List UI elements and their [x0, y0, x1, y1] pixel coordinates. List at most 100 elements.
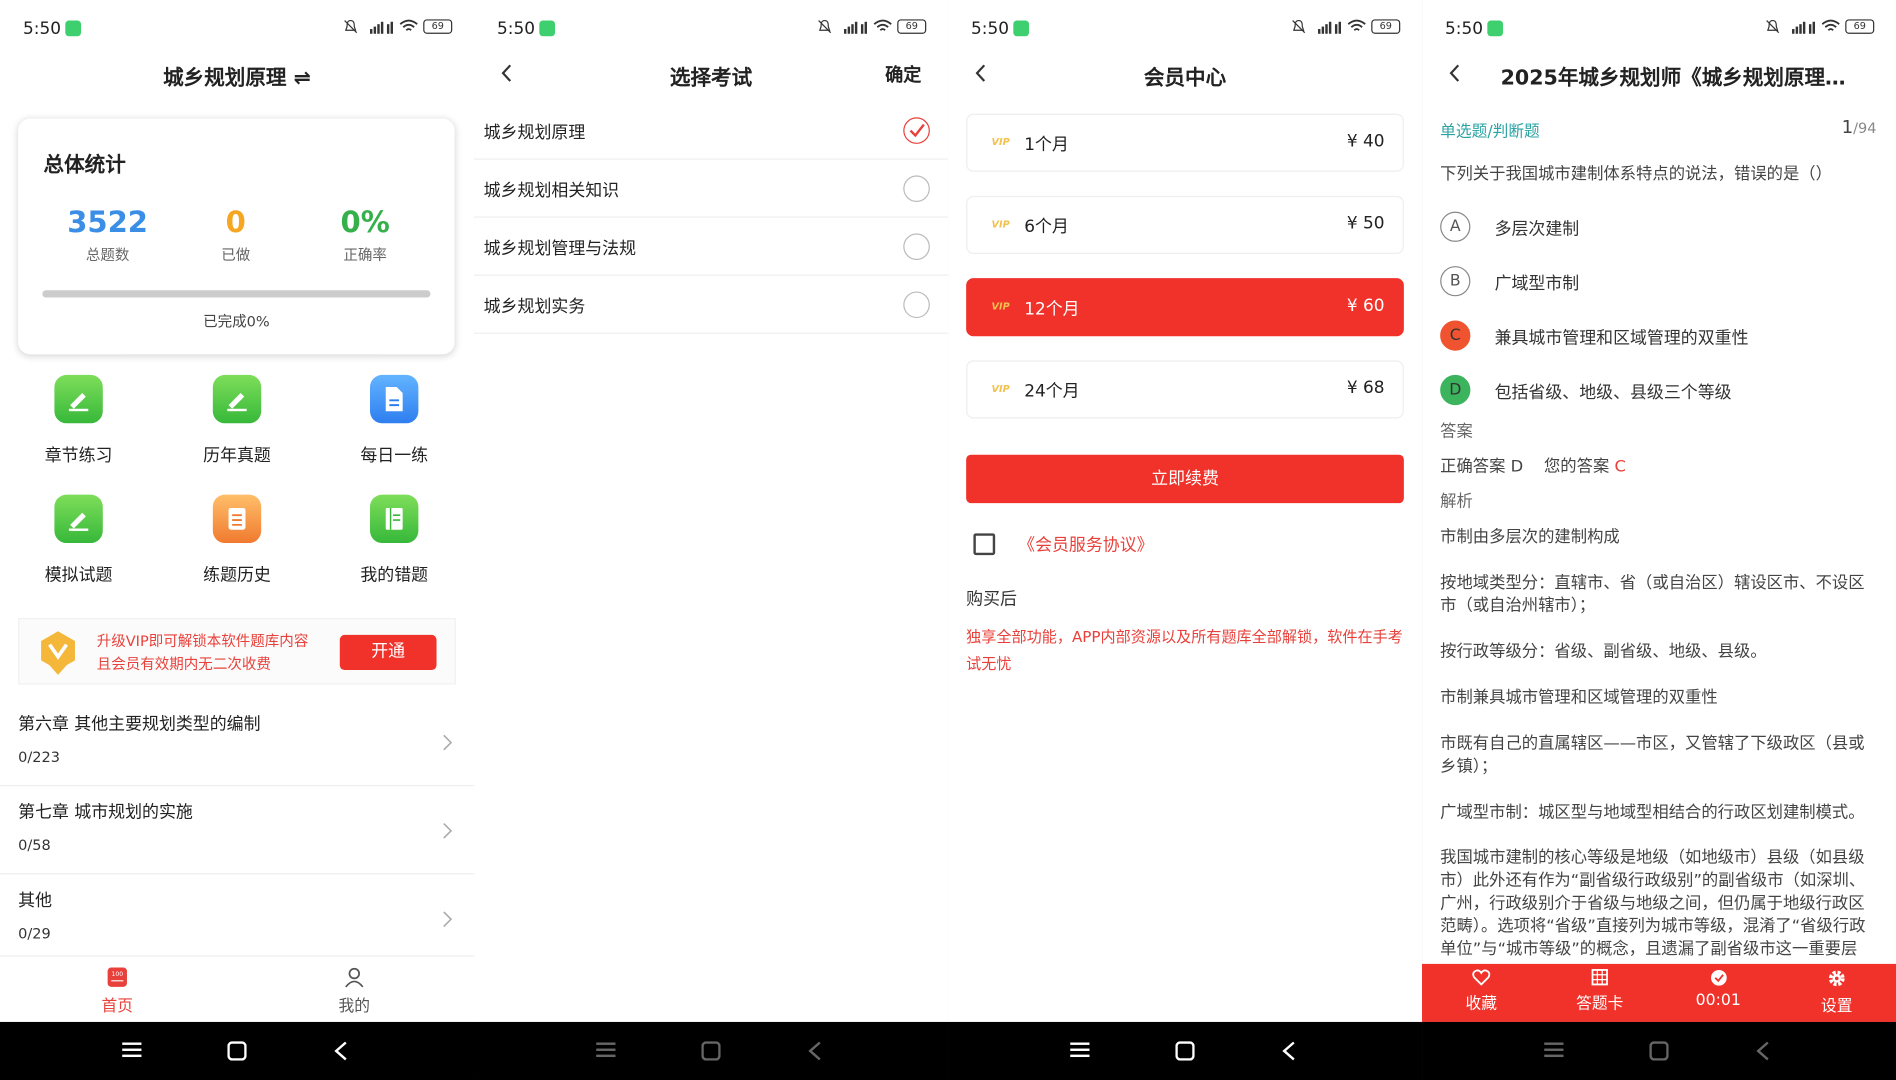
choice-c-circle-wrong[interactable]: C — [1440, 320, 1471, 351]
after-purchase-label: 购买后 — [966, 590, 1017, 610]
favorite-button[interactable]: 收藏 — [1439, 969, 1524, 1013]
app-notification-icon — [539, 20, 556, 37]
timer[interactable]: 00:01 — [1676, 969, 1761, 1010]
stat-accuracy: 0% 正确率 — [340, 205, 390, 264]
member-center-screen: 5:50 69 会员中心 VIP 1个月 ¥ 40 VIP 6个月 ¥ 50 VIP 12… — [948, 0, 1423, 1080]
confirm-button[interactable]: 确定 — [885, 62, 921, 87]
radio-icon — [903, 291, 930, 319]
analysis-line: 范畴）。选项将“省级”直接列为城市等级，混淆了“省级行政 — [1440, 916, 1866, 937]
choice-a-text[interactable]: 多层次建制 — [1495, 216, 1580, 240]
analysis-line: 广域型市制：城区型与地域型相结合的行政区划建制模式。 — [1440, 803, 1865, 823]
plan-option[interactable]: VIP 1个月 ¥ 40 — [966, 113, 1404, 172]
status-icons: 69 — [343, 19, 453, 34]
choice-d-text[interactable]: 包括省级、地级、县级三个等级 — [1495, 380, 1732, 404]
exam-option[interactable]: 城乡规划实务 — [474, 276, 949, 334]
pencil-icon — [212, 374, 262, 424]
choice-b-text[interactable]: 广域型市制 — [1495, 271, 1580, 295]
back-nav-icon[interactable] — [1282, 1041, 1297, 1061]
select-exam-screen: 5:50 69 选择考试 确定 城乡规划原理 城乡规划相关知识 城乡规划管理与法规… — [474, 0, 949, 1080]
answer-card-button[interactable]: 答题卡 — [1557, 969, 1642, 1013]
progress-text: 已完成0% — [203, 313, 270, 331]
stat-total: 3522 总题数 — [67, 205, 148, 264]
page-title: 选择考试 — [669, 66, 753, 91]
plans-layer: VIP 1个月 ¥ 40 VIP 6个月 ¥ 50 VIP 12个月 ¥ 60 VIP 24个… — [948, 0, 1422, 1080]
exam-option[interactable]: 城乡规划相关知识 — [474, 160, 949, 218]
home-icon: 100 — [107, 967, 127, 987]
signal-icon — [370, 21, 393, 34]
pencil-icon — [54, 374, 103, 424]
document-icon — [370, 374, 419, 424]
exam-switcher[interactable]: 城乡规划原理 ⇌ — [0, 60, 474, 91]
clock-icon — [1710, 969, 1727, 986]
progress-bar — [42, 290, 431, 298]
analysis-line: 市制兼具城市管理和区域管理的双重性 — [1440, 688, 1718, 708]
back-nav-icon[interactable] — [808, 1041, 823, 1061]
exam-option[interactable]: 城乡规划原理 — [474, 102, 949, 160]
grid-icon — [1591, 969, 1608, 986]
status-time: 5:50 — [22, 19, 62, 39]
plan-option-selected[interactable]: VIP 12个月 ¥ 60 — [966, 278, 1404, 337]
home-nav-icon[interactable] — [701, 1041, 721, 1061]
choice-c-text[interactable]: 兼具城市管理和区域管理的双重性 — [1495, 325, 1749, 349]
settings-button[interactable]: 设置 — [1794, 969, 1879, 1016]
page-title: 2025年城乡规划师《城乡规划原理… — [1500, 66, 1846, 91]
header: 选择考试 确定 — [474, 44, 948, 102]
home-nav-icon[interactable] — [1649, 1041, 1669, 1061]
analysis-line: 乡镇）； — [1440, 757, 1498, 777]
radio-checked-icon — [903, 117, 930, 144]
tab-mine[interactable]: 我的 — [306, 966, 403, 1016]
wrong-questions-button[interactable]: 我的错题 — [340, 494, 449, 587]
analysis-line: 市（或自治州辖市）； — [1440, 596, 1596, 616]
user-icon — [345, 967, 364, 988]
practice-history-button[interactable]: 练题历史 — [183, 494, 292, 587]
tab-home[interactable]: 100 首页 — [69, 966, 166, 1016]
question-screen: 5:50 69 2025年城乡规划师《城乡规划原理… 单选题/判断题 1/94 … — [1422, 0, 1896, 1080]
menu-nav-icon[interactable] — [596, 1041, 616, 1058]
choice-a-circle[interactable]: A — [1440, 211, 1471, 242]
android-nav-bar — [0, 1021, 475, 1080]
tab-bar: 100 首页 我的 — [0, 955, 475, 1022]
analysis-line: 按地域类型分：直辖市、省（或自治区）辖设区市、不设区 — [1440, 573, 1865, 593]
analysis-line: 单位”与“城市等级”的概念，且遗漏了副省级市这一重要层 — [1440, 939, 1858, 960]
battery-icon: 69 — [897, 19, 927, 34]
status-bar: 5:50 69 — [0, 0, 474, 58]
activate-vip-button[interactable]: 开通 — [339, 634, 437, 671]
history-icon — [212, 494, 262, 544]
chapter-item[interactable]: 第六章 其他主要规划类型的编制 0/223 — [0, 698, 475, 787]
android-nav-bar — [474, 1021, 949, 1080]
signal-icon — [844, 21, 867, 34]
analysis-line: 我国城市建制的核心等级是地级（如地级市）县级（如县级 — [1440, 847, 1865, 868]
mute-icon — [818, 19, 832, 34]
after-purchase-text: 独享全部功能，APP内部资源以及所有题库全部解锁，软件在手考 试无忧 — [966, 627, 1403, 673]
renew-button[interactable]: 立即续费 — [966, 454, 1404, 504]
agreement-checkbox[interactable] — [973, 533, 996, 556]
vip-badge-icon — [41, 631, 75, 675]
question-text: 下列关于我国城市建制体系特点的说法，错误的是（） — [1440, 164, 1832, 184]
home-nav-icon[interactable] — [1175, 1041, 1195, 1061]
choice-d-circle-correct[interactable]: D — [1440, 374, 1471, 406]
daily-practice-button[interactable]: 每日一练 — [340, 374, 449, 467]
analysis-line: 市制由多层次的建制构成 — [1440, 527, 1620, 547]
chapter-practice-button[interactable]: 章节练习 — [24, 374, 133, 467]
exam-option[interactable]: 城乡规划管理与法规 — [474, 218, 949, 276]
past-exams-button[interactable]: 历年真题 — [183, 374, 292, 467]
plan-option[interactable]: VIP 24个月 ¥ 68 — [966, 360, 1404, 419]
back-nav-icon[interactable] — [334, 1041, 349, 1061]
chapter-item[interactable]: 其他 0/29 — [0, 874, 475, 963]
chapter-item[interactable]: 第七章 城市规划的实施 0/58 — [0, 786, 475, 875]
menu-nav-icon[interactable] — [1544, 1041, 1564, 1058]
android-nav-bar — [948, 1021, 1423, 1080]
menu-nav-icon[interactable] — [1070, 1041, 1090, 1058]
choice-b-circle[interactable]: B — [1440, 266, 1471, 297]
radio-icon — [903, 175, 930, 202]
home-nav-icon[interactable] — [227, 1041, 247, 1061]
plan-option[interactable]: VIP 6个月 ¥ 50 — [966, 195, 1404, 254]
battery-icon: 69 — [423, 19, 453, 34]
mock-exam-button[interactable]: 模拟试题 — [24, 494, 133, 587]
agreement-link[interactable]: 《会员服务协议》 — [1018, 532, 1153, 556]
menu-nav-icon[interactable] — [122, 1041, 142, 1058]
stat-done: 0 已做 — [221, 205, 251, 264]
back-nav-icon[interactable] — [1756, 1041, 1771, 1061]
wifi-icon — [399, 19, 418, 31]
analysis-line: 市）此外还有作为“副省级行政级别”的副省级市（如深圳、 — [1440, 870, 1866, 891]
